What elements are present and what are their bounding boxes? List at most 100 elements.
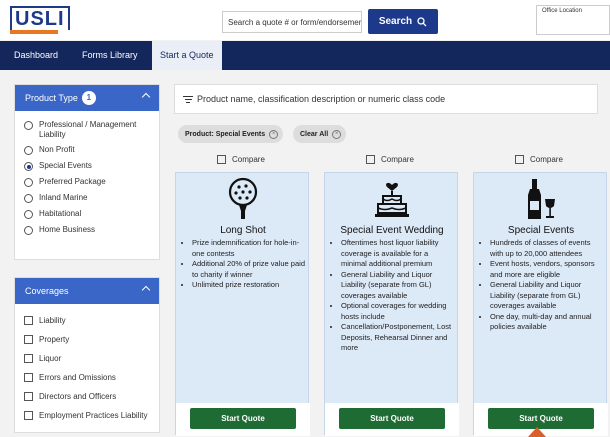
checkbox[interactable] bbox=[515, 155, 524, 164]
coverage-option[interactable]: Liability bbox=[15, 316, 159, 335]
card-title: Special Events bbox=[507, 225, 575, 236]
coverage-option[interactable]: Errors and Omissions bbox=[15, 373, 159, 392]
chevron-up-icon[interactable] bbox=[141, 92, 151, 102]
option-label: Inland Marine bbox=[39, 193, 88, 202]
quote-search-input[interactable]: Search a quote # or form/endorsement bbox=[222, 11, 362, 33]
coverages-panel: Coverages Liability Property Liquor Erro… bbox=[14, 277, 160, 433]
compare-label: Compare bbox=[530, 155, 563, 164]
bullet-item: One day, multi-day and annual policies a… bbox=[490, 312, 604, 333]
bullet-item: Optional coverages for wedding hosts inc… bbox=[341, 301, 455, 322]
checkbox[interactable] bbox=[24, 335, 33, 344]
option-label: Non Profit bbox=[39, 145, 75, 154]
start-quote-button[interactable]: Start Quote bbox=[339, 408, 445, 429]
coverage-option[interactable]: Directors and Officers bbox=[15, 392, 159, 411]
filter-placeholder: Product name, classification description… bbox=[197, 94, 446, 104]
chip-label: Clear All bbox=[300, 130, 329, 138]
golf-ball-icon bbox=[176, 177, 310, 221]
search-button[interactable]: Search bbox=[368, 9, 438, 34]
coverage-option[interactable]: Employment Practices Liability bbox=[15, 411, 159, 430]
option-label: Special Events bbox=[39, 161, 92, 170]
product-type-panel: Product Type 1 Professional / Management… bbox=[14, 84, 160, 260]
product-card-special-event-wedding: Special Event Wedding Oftentimes host li… bbox=[324, 172, 459, 436]
card-bullets: Prize indemnification for hole-in-one co… bbox=[184, 238, 306, 291]
product-card-long-shot: Long Shot Prize indemnification for hole… bbox=[175, 172, 310, 436]
product-option[interactable]: Inland Marine bbox=[15, 193, 159, 209]
card-title: Special Event Wedding bbox=[340, 225, 444, 236]
product-filter-chip[interactable]: Product: Special Events × bbox=[178, 125, 284, 143]
product-option[interactable]: Preferred Package bbox=[15, 177, 159, 193]
option-label: Home Business bbox=[39, 225, 96, 234]
bullet-item: Cancellation/Postponement, Lost Deposits… bbox=[341, 322, 455, 354]
compare-label: Compare bbox=[232, 155, 265, 164]
close-icon[interactable]: × bbox=[269, 129, 279, 139]
option-label: Liability bbox=[39, 316, 66, 325]
checkbox[interactable] bbox=[24, 354, 33, 363]
product-option[interactable]: Home Business bbox=[15, 225, 159, 241]
option-label: Employment Practices Liability bbox=[39, 411, 148, 420]
option-label: Professional / Management Liability bbox=[39, 120, 137, 139]
coverage-option[interactable]: Liquor bbox=[15, 354, 159, 373]
search-icon bbox=[417, 16, 427, 26]
coverages-header[interactable]: Coverages bbox=[15, 278, 159, 304]
card-bullets: Oftentimes host liquor liability coverag… bbox=[333, 238, 455, 354]
bullet-item: Prize indemnification for hole-in-one co… bbox=[192, 238, 306, 259]
coverages-title: Coverages bbox=[25, 286, 69, 296]
product-card-special-events: Special Events Hundreds of classes of ev… bbox=[473, 172, 608, 436]
radio-button[interactable] bbox=[24, 210, 33, 219]
option-label: Habitational bbox=[39, 209, 82, 218]
main-nav: Dashboard Forms Library Start a Quote bbox=[0, 41, 610, 70]
chip-label: Product: Special Events bbox=[185, 130, 266, 138]
start-quote-button[interactable]: Start Quote bbox=[488, 408, 594, 429]
clear-all-chip[interactable]: Clear All × bbox=[293, 125, 347, 143]
checkbox[interactable] bbox=[24, 316, 33, 325]
option-label: Errors and Omissions bbox=[39, 373, 116, 382]
bullet-item: General Liability and Liquor Liability (… bbox=[341, 270, 455, 302]
product-option[interactable]: Non Profit bbox=[15, 145, 159, 161]
checkbox[interactable] bbox=[366, 155, 375, 164]
product-type-count-badge: 1 bbox=[81, 91, 96, 105]
option-label: Preferred Package bbox=[39, 177, 106, 186]
radio-button[interactable] bbox=[24, 178, 33, 187]
checkbox[interactable] bbox=[24, 373, 33, 382]
product-type-title: Product Type bbox=[25, 93, 78, 103]
compare-checkbox[interactable]: Compare bbox=[366, 155, 414, 164]
chevron-up-icon[interactable] bbox=[141, 285, 151, 295]
start-quote-button[interactable]: Start Quote bbox=[190, 408, 296, 429]
product-filter-input[interactable]: Product name, classification description… bbox=[174, 84, 598, 114]
close-icon[interactable]: × bbox=[332, 129, 342, 139]
product-option[interactable]: Special Events bbox=[15, 161, 159, 177]
top-header: USLI Search a quote # or form/endorsemen… bbox=[0, 0, 610, 40]
checkbox[interactable] bbox=[24, 411, 33, 420]
radio-button[interactable] bbox=[24, 194, 33, 203]
card-title: Long Shot bbox=[220, 225, 266, 236]
option-label: Property bbox=[39, 335, 70, 344]
radio-button[interactable] bbox=[24, 146, 33, 155]
bullet-item: Additional 20% of prize value paid to ch… bbox=[192, 259, 306, 280]
bullet-item: Event hosts, vendors, sponsors and more … bbox=[490, 259, 604, 280]
nav-dashboard[interactable]: Dashboard bbox=[14, 41, 58, 70]
wine-bottle-glass-icon bbox=[474, 177, 608, 221]
card-bullets: Hundreds of classes of events with up to… bbox=[482, 238, 604, 333]
office-location-select[interactable]: Office Location bbox=[536, 5, 610, 35]
product-type-header[interactable]: Product Type 1 bbox=[15, 85, 159, 111]
checkbox[interactable] bbox=[24, 392, 33, 401]
nav-forms-library[interactable]: Forms Library bbox=[82, 41, 138, 70]
radio-button[interactable] bbox=[24, 226, 33, 235]
nav-start-a-quote[interactable]: Start a Quote bbox=[152, 41, 222, 70]
usli-logo[interactable]: USLI bbox=[10, 6, 70, 34]
checkbox[interactable] bbox=[217, 155, 226, 164]
radio-button-selected[interactable] bbox=[24, 162, 33, 171]
product-option[interactable]: Habitational bbox=[15, 209, 159, 225]
bullet-item: Hundreds of classes of events with up to… bbox=[490, 238, 604, 259]
option-label: Directors and Officers bbox=[39, 392, 117, 401]
search-button-label: Search bbox=[378, 16, 413, 27]
compare-checkbox[interactable]: Compare bbox=[217, 155, 265, 164]
filter-icon bbox=[183, 95, 193, 103]
wedding-cake-icon bbox=[325, 177, 459, 221]
coverage-option[interactable]: Property bbox=[15, 335, 159, 354]
radio-button[interactable] bbox=[24, 121, 33, 130]
option-label: Liquor bbox=[39, 354, 62, 363]
compare-checkbox[interactable]: Compare bbox=[515, 155, 563, 164]
feedback-tab-marker[interactable] bbox=[528, 427, 546, 437]
product-option[interactable]: Professional / Management Liability bbox=[15, 120, 159, 145]
